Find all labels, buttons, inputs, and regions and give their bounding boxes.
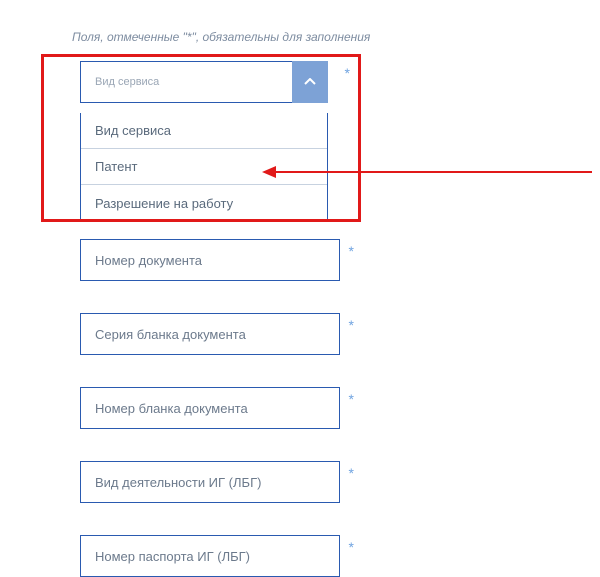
field-blank-series-row: Серия бланка документа * [80,313,340,355]
required-asterisk: * [349,391,354,407]
field-label: Номер документа [95,253,202,268]
activity-input[interactable]: Вид деятельности ИГ (ЛБГ) [80,461,340,503]
dropdown-list: Вид сервиса Патент Разрешение на работу [80,113,328,222]
required-note: Поля, отмеченные "*", обязательны для за… [72,30,370,44]
field-label: Серия бланка документа [95,327,246,342]
dropdown-option-0[interactable]: Вид сервиса [81,113,327,149]
required-asterisk: * [349,243,354,259]
field-activity-row: Вид деятельности ИГ (ЛБГ) * [80,461,340,503]
required-asterisk: * [349,539,354,555]
required-asterisk: * [345,65,350,81]
field-label: Номер бланка документа [95,401,248,416]
passport-input[interactable]: Номер паспорта ИГ (ЛБГ) [80,535,340,577]
field-passport-row: Номер паспорта ИГ (ЛБГ) * [80,535,340,577]
dropdown-selected[interactable]: Вид сервиса [80,61,328,103]
field-label: Номер паспорта ИГ (ЛБГ) [95,549,250,564]
dropdown-option-patent[interactable]: Патент [81,149,327,185]
blank-series-input[interactable]: Серия бланка документа [80,313,340,355]
required-asterisk: * [349,465,354,481]
field-blank-number-row: Номер бланка документа * [80,387,340,429]
field-doc-number-row: Номер документа * [80,239,340,281]
dropdown-option-work-permit[interactable]: Разрешение на работу [81,185,327,221]
required-asterisk: * [349,317,354,333]
field-label: Вид деятельности ИГ (ЛБГ) [95,475,261,490]
service-type-dropdown[interactable]: Вид сервиса Вид сервиса Патент Разрешени… [80,61,328,222]
dropdown-selected-label: Вид сервиса [81,76,327,88]
doc-number-input[interactable]: Номер документа [80,239,340,281]
chevron-up-icon[interactable] [292,61,328,103]
blank-number-input[interactable]: Номер бланка документа [80,387,340,429]
